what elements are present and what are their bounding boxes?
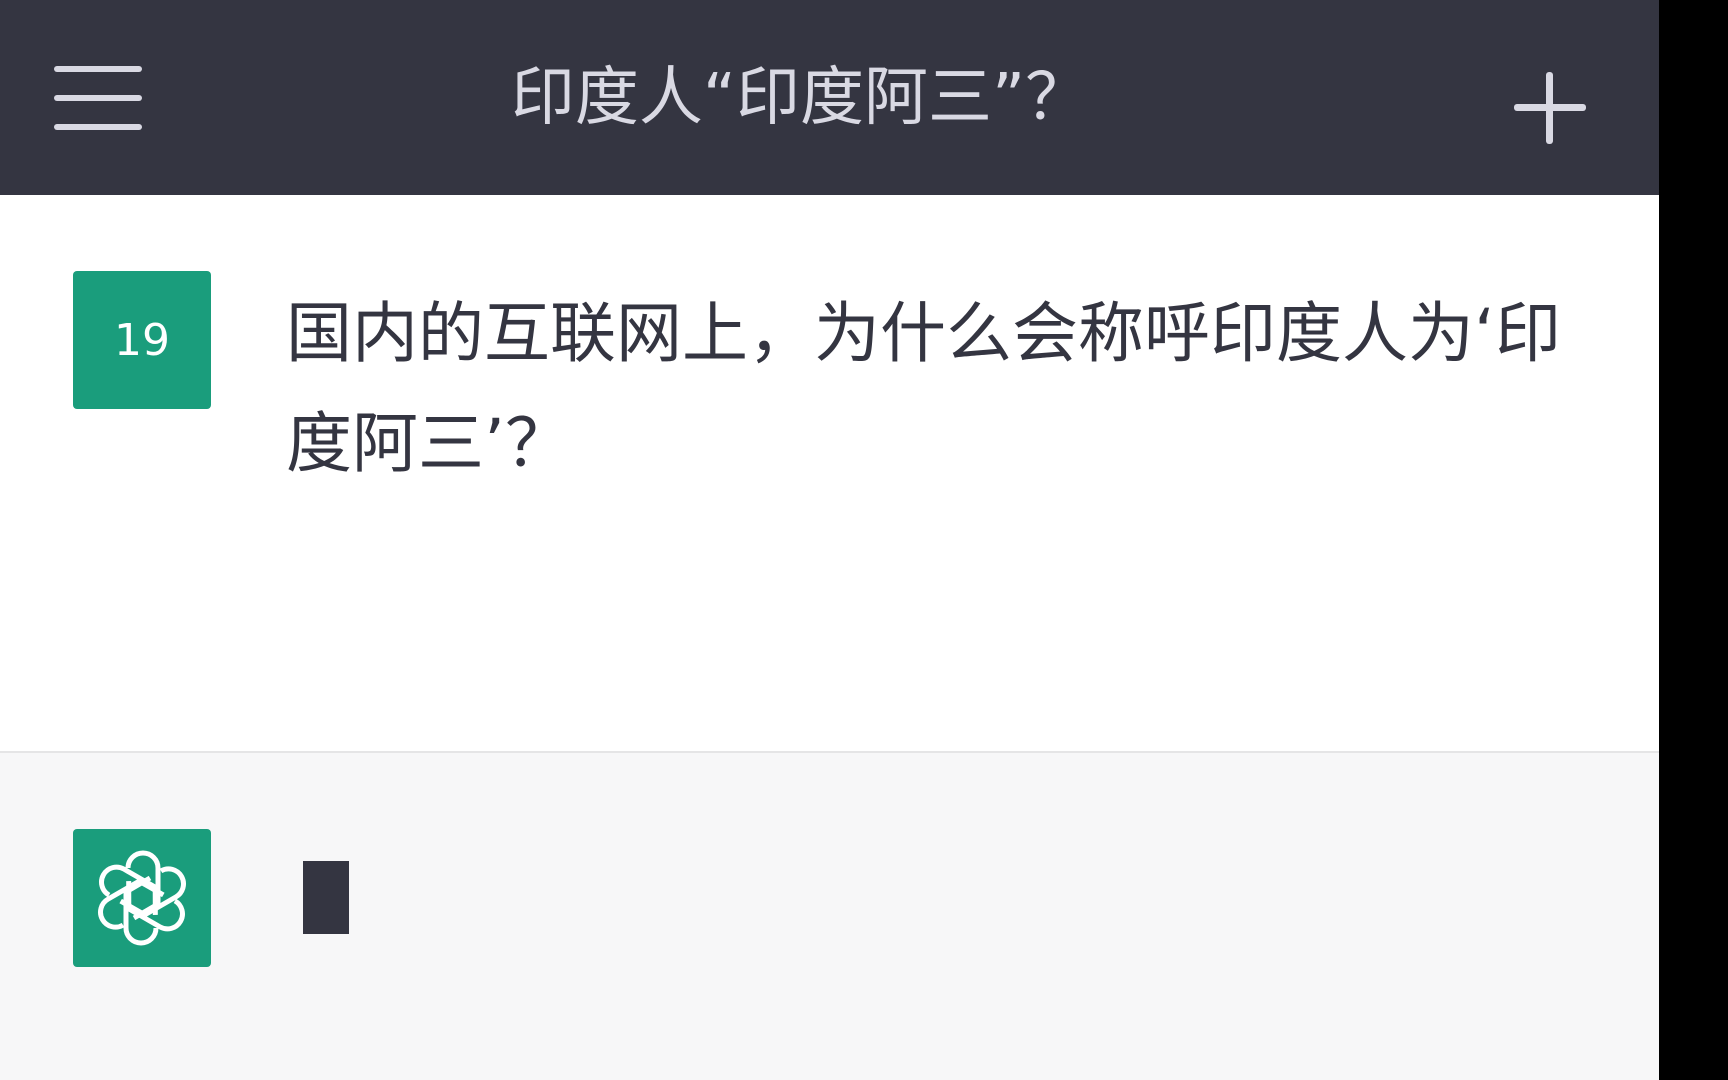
menu-button[interactable] <box>52 62 146 134</box>
conversation-title: 印度人“印度阿三”？ <box>510 61 1090 135</box>
hamburger-menu-icon[interactable] <box>52 62 146 134</box>
chat-screen: 印度人“印度阿三”？ 19 国内的互联网上，为什么会称呼印度人为‘印度阿三’？ <box>0 0 1659 1080</box>
new-chat-button[interactable] <box>1508 66 1592 150</box>
assistant-avatar <box>73 829 211 967</box>
top-navigation-bar: 印度人“印度阿三”？ <box>0 0 1659 195</box>
plus-icon[interactable] <box>1508 66 1592 150</box>
user-message-row: 19 国内的互联网上，为什么会称呼印度人为‘印度阿三’？ <box>0 195 1659 753</box>
assistant-message-row <box>0 753 1659 1080</box>
openai-logo-icon <box>98 850 186 946</box>
typing-cursor <box>303 861 349 934</box>
user-message-text: 国内的互联网上，为什么会称呼印度人为‘印度阿三’？ <box>286 295 1561 482</box>
user-avatar: 19 <box>73 271 211 409</box>
